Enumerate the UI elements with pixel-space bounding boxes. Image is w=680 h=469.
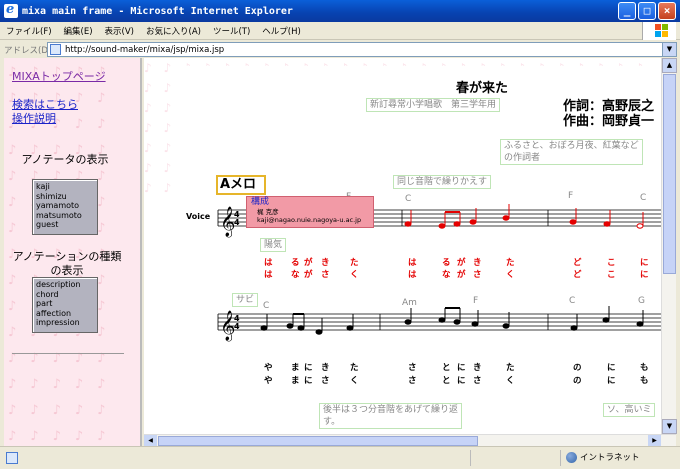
menu-bar: ファイル(F) 編集(E) 表示(V) お気に入り(A) ツール(T) ヘルプ(… <box>0 22 680 40</box>
status-separator <box>560 450 561 466</box>
address-bar: アドレス(D) http://sound-maker/mixa/jsp/mixa… <box>0 41 680 58</box>
chord-label: C <box>263 301 270 311</box>
window-title: mixa main frame - Microsoft Internet Exp… <box>22 5 293 17</box>
sabi-annotation[interactable]: サビ <box>232 293 259 307</box>
chord-label: F <box>473 296 479 306</box>
address-dropdown-icon[interactable]: ▼ <box>662 43 676 56</box>
chord-label: C <box>405 194 412 204</box>
score-frame: ♪♪♪♪♪♪♪♪♪♪♪♪♪♪♪♪♪♪♪♪♪♪♪♪♪♪♪♪♪♪♪♪♪♪♪♪♪♪♪♪… <box>144 58 661 434</box>
status-bar: イントラネット <box>0 446 680 469</box>
bottom-note-line1: 後半は３つ分音階をあげて繰り返 <box>323 405 459 415</box>
popup-author: 梶 克彦 <box>257 208 279 216</box>
intranet-globe-icon <box>566 451 577 463</box>
svg-text:4: 4 <box>234 322 240 331</box>
maximize-button[interactable]: □ <box>638 2 656 20</box>
menu-file[interactable]: ファイル(F) <box>6 25 52 37</box>
address-label: アドレス(D) <box>4 45 52 56</box>
scroll-down-icon[interactable]: ▼ <box>662 419 677 434</box>
status-separator <box>470 450 471 466</box>
popup-email: kaji@nagao.nuie.nagoya-u.ac.jp <box>257 216 362 224</box>
annotator-listbox[interactable]: kaji shimizu yamamoto matsumoto guest <box>32 179 98 235</box>
mixa-top-link[interactable]: MIXAトップページ <box>12 68 106 84</box>
security-zone: イントラネット <box>566 451 640 463</box>
page-icon <box>50 44 61 55</box>
annotator-item[interactable]: matsumoto <box>36 211 94 221</box>
menu-view[interactable]: 表示(V) <box>105 25 134 37</box>
popup-title: 構成 <box>251 197 270 207</box>
annotation-type-item[interactable]: chord <box>36 290 94 300</box>
scroll-up-icon[interactable]: ▲ <box>662 58 677 73</box>
menu-help[interactable]: ヘルプ(H) <box>262 25 301 37</box>
annotator-item[interactable]: guest <box>36 220 94 230</box>
zone-label: イントラネット <box>580 453 640 463</box>
address-url: http://sound-maker/mixa/jsp/mixa.jsp <box>65 44 225 55</box>
ie-app-icon <box>4 2 18 18</box>
chord-label: Am <box>402 298 417 308</box>
close-button[interactable]: × <box>658 2 676 20</box>
menu-tools[interactable]: ツール(T) <box>213 25 250 37</box>
chord-label: C <box>569 296 576 306</box>
svg-text:4: 4 <box>234 218 240 227</box>
annotation-type-listbox[interactable]: description chord part affection impress… <box>32 277 98 333</box>
annotation-type-heading-2: の表示 <box>50 264 84 277</box>
menu-favorites[interactable]: お気に入り(A) <box>146 25 201 37</box>
horizontal-scroll-thumb[interactable] <box>158 436 478 446</box>
chord-label: C <box>640 193 647 203</box>
horizontal-scrollbar[interactable]: ◀ ▶ <box>144 434 676 447</box>
chord-label: F <box>568 191 574 201</box>
address-input[interactable]: http://sound-maker/mixa/jsp/mixa.jsp ▼ <box>47 42 677 57</box>
minimize-button[interactable]: _ <box>618 2 636 20</box>
annotation-type-item[interactable]: part <box>36 299 94 309</box>
annotator-item[interactable]: shimizu <box>36 192 94 202</box>
annotation-type-item[interactable]: description <box>36 280 94 290</box>
annotator-item[interactable]: kaji <box>36 182 94 192</box>
windows-logo-icon <box>642 22 676 40</box>
sidebar-divider <box>12 353 124 354</box>
menu-edit[interactable]: 編集(E) <box>64 25 93 37</box>
bottom-note-line2: す。 <box>323 417 341 427</box>
annotator-item[interactable]: yamamoto <box>36 201 94 211</box>
annotation-popup[interactable]: 構成 梶 克彦 kaji@nagao.nuie.nagoya-u.ac.jp <box>246 196 374 228</box>
annotation-type-item[interactable]: affection <box>36 309 94 319</box>
chord-label: G <box>638 296 645 306</box>
page-status-icon <box>6 452 18 464</box>
annotation-type-item[interactable]: impression <box>36 318 94 328</box>
mood-annotation[interactable]: 陽気 <box>260 238 287 252</box>
vertical-scrollbar[interactable]: ▲ ▼ <box>661 58 677 434</box>
vertical-scroll-thumb[interactable] <box>663 74 676 274</box>
bottom-note-annotation[interactable]: 後半は３つ分音階をあげて繰り返 す。 <box>319 403 463 429</box>
help-link[interactable]: 操作説明 <box>12 110 56 126</box>
bottom-right-annotation[interactable]: ソ、高いミ <box>603 403 656 417</box>
voice-label: Voice <box>186 212 211 221</box>
window-titlebar: mixa main frame - Microsoft Internet Exp… <box>0 0 680 22</box>
sidebar-frame: ♪♪♪♪♪♪♪♪♪♪♪♪♪♪♪♪♪♪♪♪♪♪♪♪♪♪ ♪♪ ♪♪♪♪♪♪♪ ♪♪ ♪♪ ♪… <box>4 58 142 446</box>
score-staff-svg: 𝄞 4 4 𝄞 4 4 <box>217 204 661 342</box>
annotator-heading: アノテータの表示 <box>21 153 109 166</box>
